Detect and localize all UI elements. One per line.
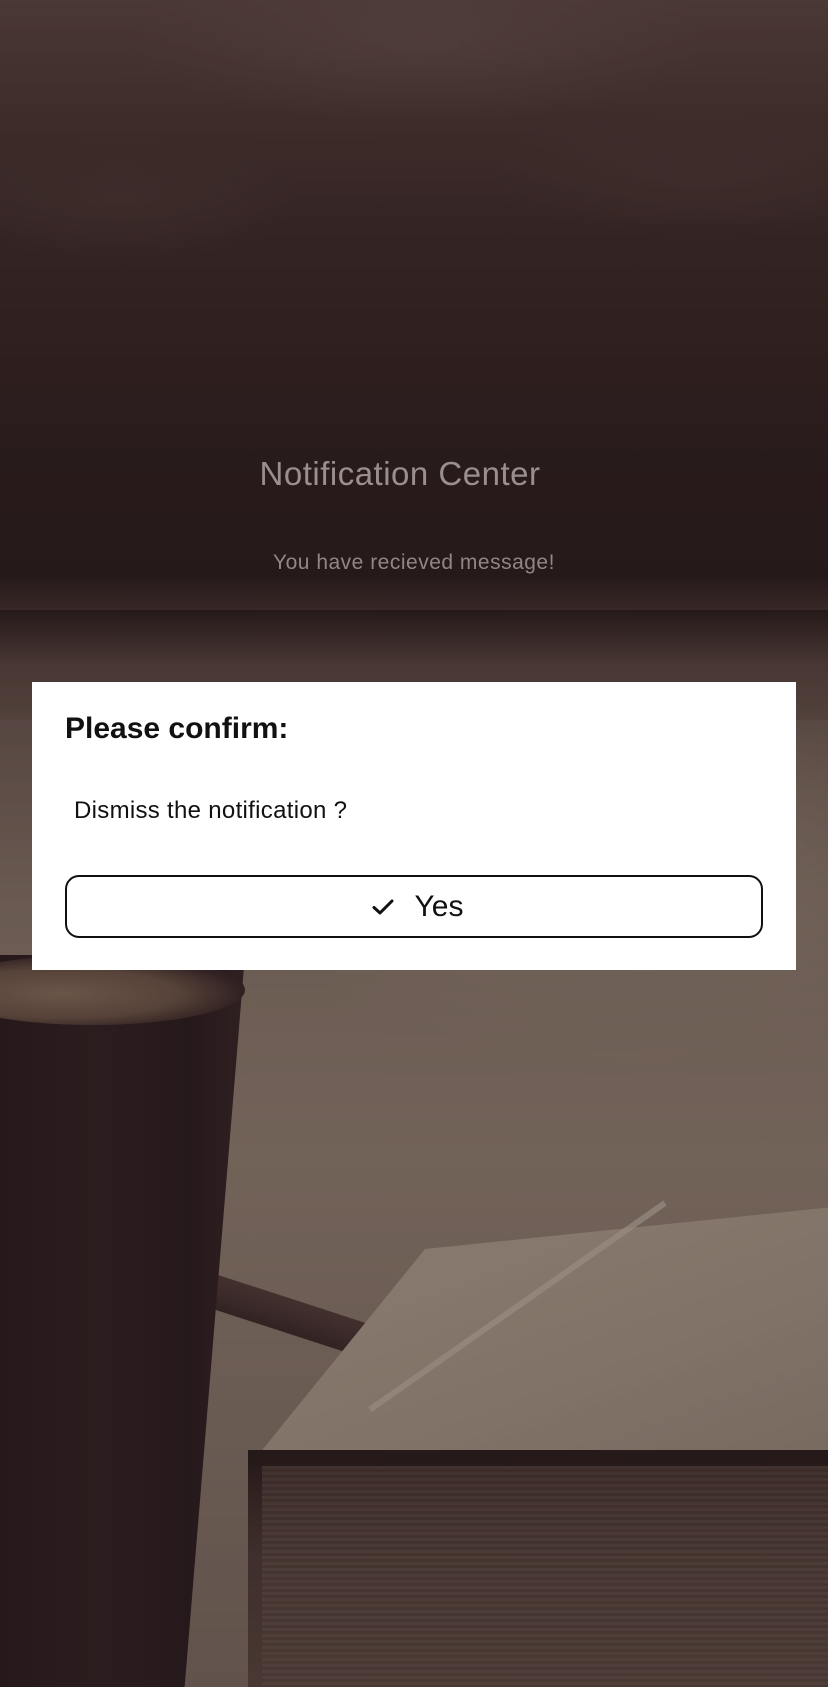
confirm-dialog: Please confirm: Dismiss the notification…	[32, 682, 796, 970]
yes-button[interactable]: Yes	[65, 875, 763, 938]
dialog-title: Please confirm:	[65, 712, 289, 745]
check-icon	[371, 895, 395, 919]
yes-button-label: Yes	[414, 889, 464, 923]
page-title: Notification Center	[259, 455, 541, 492]
dialog-message: Dismiss the notification ?	[74, 797, 348, 824]
notification-message: You have recieved message!	[273, 551, 555, 574]
